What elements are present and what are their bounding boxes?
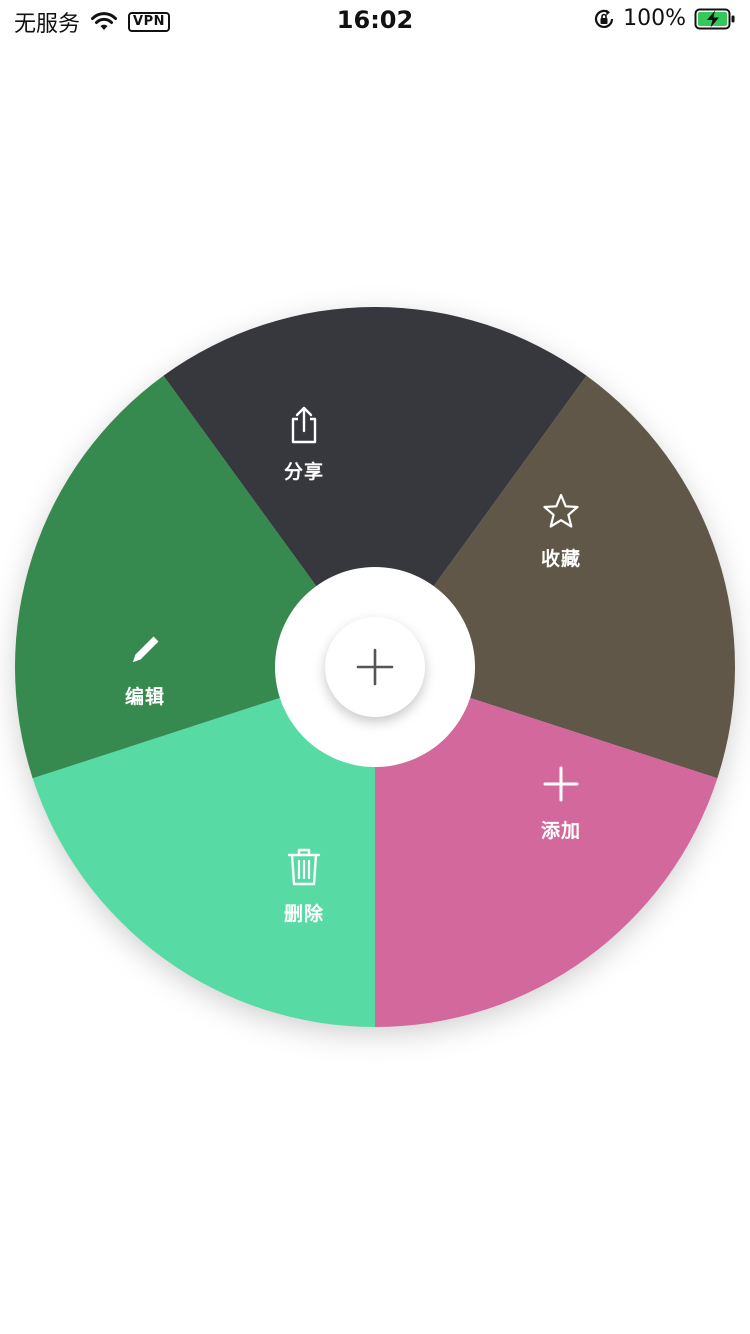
menu-item-label: 编辑: [124, 686, 165, 708]
menu-item-label: 收藏: [540, 548, 581, 570]
menu-item-label: 删除: [283, 903, 324, 925]
menu-item-delete[interactable]: 删除: [249, 847, 359, 926]
menu-item-label: 添加: [540, 820, 581, 842]
trash-icon: [287, 848, 321, 886]
share-icon: [291, 406, 317, 444]
menu-item-edit[interactable]: 编辑: [90, 630, 200, 709]
menu-item-favorite[interactable]: 收藏: [506, 492, 616, 571]
pencil-icon: [133, 636, 159, 662]
plus-icon: [543, 766, 579, 802]
battery-charging-icon: [694, 8, 735, 29]
star-icon: [543, 493, 579, 528]
plus-icon: [356, 648, 394, 686]
screen: 无服务 VPN 16:02 100% 分享 收藏 添加 删除 编辑: [0, 0, 750, 1334]
menu-item-add[interactable]: 添加: [506, 764, 616, 843]
orientation-lock-icon: [595, 9, 614, 28]
menu-item-label: 分享: [283, 461, 324, 483]
radial-menu: 分享 收藏 添加 删除 编辑: [15, 307, 735, 1027]
menu-item-share[interactable]: 分享: [249, 405, 359, 484]
battery-percent: 100%: [623, 6, 686, 31]
center-toggle-button[interactable]: [325, 617, 425, 717]
status-right: 100%: [593, 6, 736, 31]
status-bar: 无服务 VPN 16:02 100%: [0, 0, 750, 40]
